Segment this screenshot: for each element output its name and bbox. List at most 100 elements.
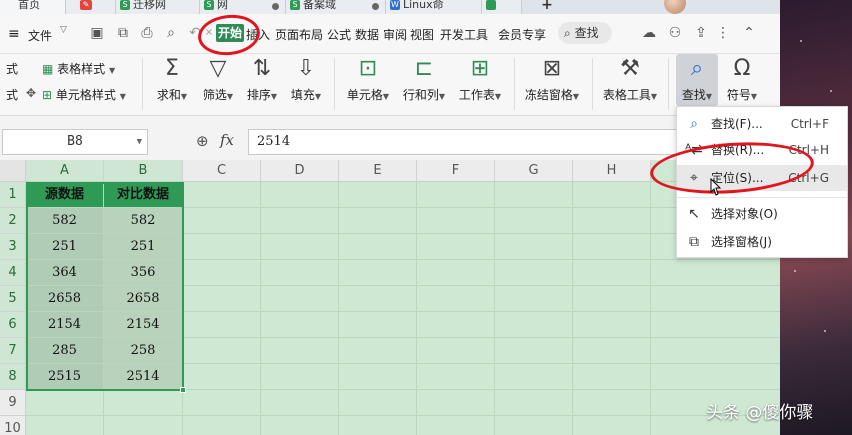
name-box[interactable]: B8 ▼	[2, 129, 148, 155]
cloud-icon[interactable]: ☁	[640, 24, 658, 42]
row-header[interactable]: 1	[0, 182, 26, 208]
row-header[interactable]: 2	[0, 208, 26, 234]
row-header[interactable]: 3	[0, 234, 26, 260]
worksheet-button[interactable]: ⊞ 工作表▼	[454, 56, 506, 103]
tab-doc-2[interactable]: S网	[200, 0, 286, 14]
freeze-icon: ⊠	[542, 56, 562, 81]
tab-developer[interactable]: 开发工具	[440, 26, 488, 43]
column-header[interactable]: B	[104, 160, 183, 182]
column-header[interactable]: E	[339, 160, 417, 182]
menu-item-find[interactable]: ⌕ 查找(F)... Ctrl+F	[677, 111, 847, 137]
tab-home[interactable]: 首页	[0, 0, 66, 14]
data-cell[interactable]: 258	[104, 338, 182, 363]
print-preview-icon[interactable]: ⌕	[162, 24, 180, 42]
row-header[interactable]: 9	[0, 390, 26, 416]
data-cell[interactable]: 582	[26, 208, 103, 233]
format-painter-icon[interactable]: ✥	[26, 86, 36, 100]
tab-doc-1[interactable]: S 迁移网	[116, 0, 200, 14]
symbol-button[interactable]: Ω 符号▼	[722, 56, 762, 103]
search-button[interactable]: ⌕ 查找	[558, 22, 612, 44]
column-header[interactable]: A	[26, 160, 104, 182]
menu-item-goto[interactable]: ⌖ 定位(S)... Ctrl+G	[677, 165, 847, 191]
column-header[interactable]: D	[261, 160, 339, 182]
share-icon[interactable]: ⇪	[692, 24, 710, 42]
freeze-panes-button[interactable]: ⊠ 冻结窗格▼	[520, 56, 584, 103]
table-style-button[interactable]: ▦ 表格样式 ▼	[42, 60, 115, 77]
fx-icon[interactable]: fx	[220, 131, 234, 149]
file-menu[interactable]: 文件	[28, 27, 52, 44]
data-cell[interactable]: 2154	[104, 312, 182, 337]
save-icon[interactable]: ▣	[88, 24, 106, 42]
tab-insert[interactable]: 插入	[246, 26, 270, 43]
tab-review[interactable]: 审阅	[383, 26, 407, 43]
data-cell[interactable]: 2515	[26, 364, 103, 389]
tab-doc-5[interactable]	[482, 0, 522, 14]
row-header[interactable]: 7	[0, 338, 26, 364]
data-cell[interactable]: 251	[104, 234, 182, 259]
find-button[interactable]: ⌕ 查找▼	[676, 56, 718, 103]
tab-doc-3[interactable]: S 备案域	[286, 0, 386, 14]
chevron-down-icon: ▼	[705, 92, 713, 101]
menu-item-label: 选择窗格(J)	[711, 235, 772, 249]
data-cell[interactable]: 285	[26, 338, 103, 363]
tab-doc-4[interactable]: W Linux命	[386, 0, 482, 14]
chevron-down-icon[interactable]: ▼	[137, 130, 142, 154]
tab-page-layout[interactable]: 页面布局	[275, 26, 323, 43]
more-icon[interactable]: ⋮	[714, 24, 732, 42]
print-icon[interactable]: ⎙	[138, 24, 156, 42]
hamburger-icon[interactable]: ≡	[8, 26, 20, 42]
row-col-button[interactable]: ⊏ 行和列▼	[398, 56, 450, 103]
menu-item-replace[interactable]: ᴬ⇄ 替换(R)... Ctrl+H	[677, 137, 847, 163]
data-cell[interactable]: 356	[104, 260, 182, 285]
column-header[interactable]: C	[183, 160, 261, 182]
tab-wps[interactable]: ✎	[66, 0, 116, 14]
data-cell[interactable]: 2154	[26, 312, 103, 337]
chevron-down-icon: ▼	[494, 92, 502, 101]
zoom-icon[interactable]: ⊕	[196, 132, 209, 150]
tab-start[interactable]: 开始	[216, 24, 244, 42]
sort-button[interactable]: ⇅ 排序▼	[242, 56, 282, 103]
row-header[interactable]: 10	[0, 416, 26, 435]
menu-item-label: 查找(F)...	[711, 117, 763, 131]
row-header[interactable]: 8	[0, 364, 26, 390]
tab-data[interactable]: 数据	[355, 26, 379, 43]
active-cell[interactable]: 2514	[104, 364, 182, 389]
column-header[interactable]: G	[495, 160, 573, 182]
data-cell[interactable]: 2658	[26, 286, 103, 311]
header-cell[interactable]: 对比数据	[104, 182, 182, 207]
row-header[interactable]: 5	[0, 286, 26, 312]
close-icon[interactable]	[372, 3, 379, 10]
menu-item-select-objects[interactable]: ↖ 选择对象(O)	[677, 201, 847, 227]
table-tools-button[interactable]: ⚒ 表格工具▼	[598, 56, 662, 103]
tab-view[interactable]: 视图	[410, 26, 434, 43]
data-cell[interactable]: 251	[26, 234, 103, 259]
cell-style-button[interactable]: ⊞ 单元格样式 ▼	[42, 86, 126, 103]
row-header[interactable]: 6	[0, 312, 26, 338]
chevron-down-icon[interactable]: ▽	[60, 25, 67, 35]
cell-button[interactable]: ⊡ 单元格▼	[342, 56, 394, 103]
column-header[interactable]: H	[573, 160, 651, 182]
header-cell[interactable]: 源数据	[26, 182, 103, 207]
export-icon[interactable]: ⧉	[114, 24, 132, 42]
spreadsheet-grid[interactable]: ABCDEFGH 1 2 3 4 5 6 7 8 9 10 源数据 对比数据 582 582 251 251…	[0, 160, 780, 435]
data-cell[interactable]: 582	[104, 208, 182, 233]
select-all-corner[interactable]	[0, 160, 26, 182]
sum-button[interactable]: Σ 求和▼	[152, 56, 192, 103]
data-cell[interactable]: 2658	[104, 286, 182, 311]
user-add-icon[interactable]: ⚇	[666, 24, 684, 42]
tab-member[interactable]: 会员专享	[498, 26, 546, 43]
ribbon-partial-label[interactable]: 式	[6, 86, 18, 103]
row-header[interactable]: 4	[0, 260, 26, 286]
ribbon-partial-label[interactable]: 式	[6, 60, 18, 77]
column-header[interactable]: F	[417, 160, 495, 182]
fill-handle[interactable]	[180, 387, 186, 393]
data-cell[interactable]: 364	[26, 260, 103, 285]
new-tab-button[interactable]: +	[522, 0, 572, 14]
fill-button[interactable]: ⇩ 填充▼	[286, 56, 326, 103]
avatar[interactable]	[664, 0, 686, 14]
menu-item-selection-pane[interactable]: ⧉ 选择窗格(J)	[677, 229, 847, 255]
tab-formulas[interactable]: 公式	[327, 26, 351, 43]
filter-button[interactable]: ▽ 筛选▼	[196, 56, 240, 103]
close-icon[interactable]	[272, 3, 279, 10]
collapse-ribbon-icon[interactable]: ⌃	[740, 24, 758, 42]
